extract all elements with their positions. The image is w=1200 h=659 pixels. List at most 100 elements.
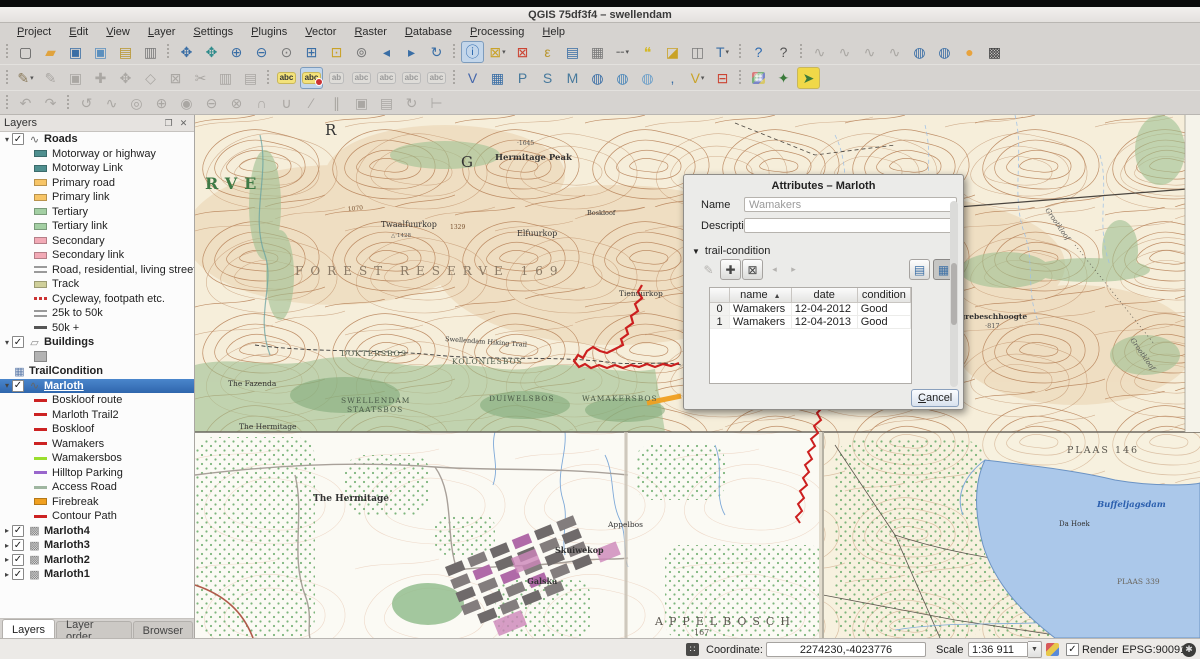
layer-item-secondary[interactable]: Secondary bbox=[0, 234, 194, 249]
zoom-to-layer-button[interactable]: ⊚ bbox=[350, 41, 373, 63]
layer-labeling-options-button[interactable]: abc bbox=[275, 67, 298, 89]
layer-item-hilltop-parking[interactable]: Hilltop Parking bbox=[0, 466, 194, 481]
field-calculator-button[interactable]: ▦ bbox=[586, 41, 609, 63]
remove-layer-button[interactable]: ⊟ bbox=[711, 67, 734, 89]
layer-item-50k[interactable]: 50k + bbox=[0, 321, 194, 336]
layer-item-cycleway-footpath-etc[interactable]: Cycleway, footpath etc. bbox=[0, 292, 194, 307]
expander-icon[interactable]: ▸ bbox=[2, 570, 12, 579]
add-delimited-text-layer-button[interactable]: , bbox=[661, 67, 684, 89]
raster-calculator-button[interactable]: ▩ bbox=[983, 41, 1006, 63]
close-panel-icon[interactable]: ✕ bbox=[177, 118, 190, 129]
globe-download-button[interactable]: ◍ bbox=[933, 41, 956, 63]
dialog-scrollbar[interactable] bbox=[950, 201, 958, 387]
layer-checkbox[interactable]: ✓ bbox=[12, 568, 24, 580]
layer-item-secondary-link[interactable]: Secondary link bbox=[0, 248, 194, 263]
dropdown-arrow-icon[interactable]: ▾ bbox=[701, 74, 705, 82]
column-header-condition[interactable]: condition bbox=[857, 288, 910, 303]
new-shapefile-layer-button[interactable]: V▾ bbox=[686, 67, 709, 89]
layer-item-access-road[interactable]: Access Road bbox=[0, 480, 194, 495]
trail-condition-table[interactable]: name▲datecondition0Wamakers12-04-2012Goo… bbox=[710, 288, 911, 329]
layer-item-boskloof[interactable]: Boskloof bbox=[0, 422, 194, 437]
scale-combo[interactable]: 1:36 911▼ bbox=[968, 639, 1042, 659]
layer-item-marloth4[interactable]: ▸✓▩Marloth4 bbox=[0, 524, 194, 539]
trail-condition-section[interactable]: ▼ trail-condition bbox=[692, 245, 770, 257]
menu-raster[interactable]: Raster bbox=[345, 25, 395, 39]
layer-item-marloth-trail2[interactable]: Marloth Trail2 bbox=[0, 408, 194, 423]
cancel-button[interactable]: Cancel bbox=[911, 389, 959, 407]
menu-layer[interactable]: Layer bbox=[139, 25, 185, 39]
column-header-date[interactable]: date bbox=[791, 288, 857, 303]
zoom-full-button[interactable]: ⊞ bbox=[300, 41, 323, 63]
add-raster-layer-button[interactable]: ▦ bbox=[486, 67, 509, 89]
add-wms-layer-button[interactable]: ◍ bbox=[586, 67, 609, 89]
layer-item-motorway-or-highway[interactable]: Motorway or highway bbox=[0, 147, 194, 162]
layer-checkbox[interactable]: ✓ bbox=[12, 525, 24, 537]
current-edits-button[interactable]: ✎▾ bbox=[14, 67, 37, 89]
menu-project[interactable]: Project bbox=[8, 25, 60, 39]
text-annotation-button[interactable]: T▾ bbox=[711, 41, 734, 63]
expander-icon[interactable]: ▾ bbox=[2, 381, 12, 390]
add-vector-layer-button[interactable]: V bbox=[461, 67, 484, 89]
dropdown-arrow-icon[interactable]: ▾ bbox=[625, 48, 629, 56]
expander-icon[interactable]: ▸ bbox=[2, 526, 12, 535]
attributes-dialog[interactable]: Attributes – Marloth Name Description ▼ … bbox=[683, 174, 964, 410]
new-bookmark-button[interactable]: ◪ bbox=[661, 41, 684, 63]
map-tips-button[interactable]: ❝ bbox=[636, 41, 659, 63]
layer-item-firebreak[interactable]: Firebreak bbox=[0, 495, 194, 510]
float-panel-icon[interactable]: ❐ bbox=[162, 118, 175, 129]
layer-item-25k-to-50k[interactable]: 25k to 50k bbox=[0, 306, 194, 321]
style-manager-button[interactable]: ● bbox=[958, 41, 981, 63]
expander-icon[interactable]: ▸ bbox=[2, 555, 12, 564]
column-header-name[interactable]: name▲ bbox=[730, 288, 792, 303]
dialog-scrollbar-thumb[interactable] bbox=[951, 263, 957, 325]
open-project-button[interactable]: ▰ bbox=[39, 41, 62, 63]
open-attribute-table-button[interactable]: ▤ bbox=[561, 41, 584, 63]
layer-item-marloth1[interactable]: ▸✓▩Marloth1 bbox=[0, 567, 194, 582]
layer-item-tertiary-link[interactable]: Tertiary link bbox=[0, 219, 194, 234]
layer-item-trailcondition[interactable]: ▦TrailCondition bbox=[0, 364, 194, 379]
layer-item-track[interactable]: Track bbox=[0, 277, 194, 292]
form-view-button[interactable]: ▤ bbox=[909, 259, 930, 280]
table-row[interactable]: 0Wamakers12-04-2012Good bbox=[710, 303, 911, 316]
plugin-manager-button[interactable]: ✦ bbox=[772, 67, 795, 89]
layer-item-primary-road[interactable]: Primary road bbox=[0, 176, 194, 191]
title-bar[interactable]: QGIS 75df3f4 – swellendam bbox=[0, 7, 1200, 23]
save-project-button[interactable]: ▣ bbox=[64, 41, 87, 63]
render-checkbox[interactable]: ✓ bbox=[1066, 639, 1079, 659]
layer-item-marloth3[interactable]: ▸✓▩Marloth3 bbox=[0, 538, 194, 553]
menu-processing[interactable]: Processing bbox=[461, 25, 533, 39]
whats-this-button[interactable]: ? bbox=[772, 41, 795, 63]
osm-tools-button[interactable]: ➤ bbox=[797, 67, 820, 89]
composer-manager-button[interactable]: ▥ bbox=[139, 41, 162, 63]
coordinate-capture-icon[interactable]: ∷ bbox=[686, 639, 699, 659]
layer-checkbox[interactable]: ✓ bbox=[12, 554, 24, 566]
add-spatialite-layer-button[interactable]: S bbox=[536, 67, 559, 89]
measure-line-button[interactable]: ╌▾ bbox=[611, 41, 634, 63]
table-row[interactable]: 1Wamakers12-04-2013Good bbox=[710, 316, 911, 329]
pan-map-button[interactable]: ✥ bbox=[175, 41, 198, 63]
layer-item-roads[interactable]: ▾✓∿Roads bbox=[0, 132, 194, 147]
layer-checkbox[interactable]: ✓ bbox=[12, 133, 24, 145]
menu-vector[interactable]: Vector bbox=[296, 25, 345, 39]
coordinate-input[interactable] bbox=[766, 642, 926, 657]
add-mssql-layer-button[interactable]: M bbox=[561, 67, 584, 89]
dropdown-arrow-icon[interactable]: ▾ bbox=[30, 74, 34, 82]
processing-toolbox-button[interactable]: ▦ bbox=[747, 67, 770, 89]
menu-view[interactable]: View bbox=[97, 25, 139, 39]
new-print-composer-button[interactable]: ▤ bbox=[114, 41, 137, 63]
render-paint-icon[interactable] bbox=[1046, 639, 1059, 659]
dropdown-arrow-icon[interactable]: ▾ bbox=[726, 48, 730, 56]
menu-database[interactable]: Database bbox=[396, 25, 461, 39]
select-by-expression-button[interactable]: ε bbox=[536, 41, 559, 63]
crs-status-icon[interactable]: ✱ bbox=[1182, 639, 1196, 659]
menu-help[interactable]: Help bbox=[533, 25, 574, 39]
delete-record-button[interactable]: ⊠ bbox=[742, 259, 763, 280]
pan-to-selection-button[interactable]: ✥ bbox=[200, 41, 223, 63]
name-input[interactable] bbox=[744, 197, 957, 212]
show-bookmarks-button[interactable]: ◫ bbox=[686, 41, 709, 63]
expander-icon[interactable]: ▾ bbox=[2, 135, 12, 144]
identify-features-button[interactable]: ⓘ bbox=[461, 41, 484, 63]
expander-icon[interactable]: ▾ bbox=[2, 338, 12, 347]
scale-dropdown-icon[interactable]: ▼ bbox=[1028, 641, 1042, 658]
select-features-button[interactable]: ⊠▾ bbox=[486, 41, 509, 63]
